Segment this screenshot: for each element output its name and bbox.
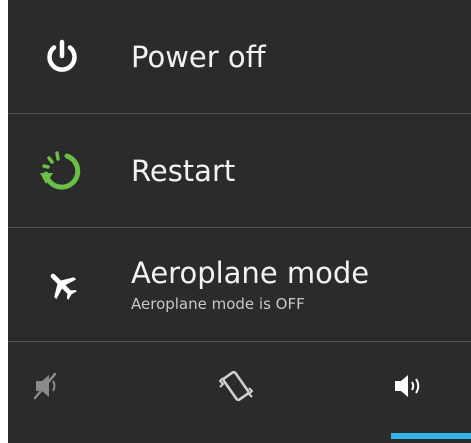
speaker-on-icon	[391, 371, 425, 405]
vibrate-mode-button[interactable]	[196, 360, 276, 416]
sound-mode-button[interactable]	[368, 360, 448, 416]
power-icon	[36, 31, 88, 83]
silent-mode-button[interactable]	[8, 360, 88, 416]
aeroplane-mode-item[interactable]: Aeroplane mode Aeroplane mode is OFF	[8, 228, 471, 341]
restart-label: Restart	[131, 153, 236, 188]
aeroplane-mode-label: Aeroplane mode	[131, 255, 370, 290]
power-options-dialog: Power off Restart Aeroplane mode Aeropla…	[8, 0, 471, 443]
sound-mode-selector	[8, 342, 471, 443]
airplane-icon	[36, 259, 88, 311]
power-off-label: Power off	[131, 39, 266, 74]
restart-item[interactable]: Restart	[8, 114, 471, 227]
vibrate-icon	[216, 366, 256, 410]
restart-icon	[36, 145, 88, 197]
power-off-item[interactable]: Power off	[8, 0, 471, 113]
aeroplane-mode-status: Aeroplane mode is OFF	[131, 294, 305, 313]
speaker-muted-icon	[31, 371, 65, 405]
selected-sound-mode-indicator	[391, 433, 471, 439]
